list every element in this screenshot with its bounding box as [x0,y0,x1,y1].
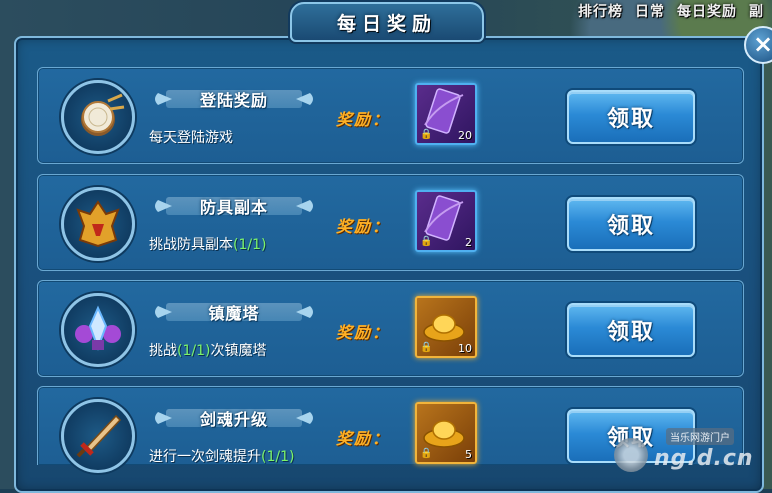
drum-icon [81,93,125,136]
claim-button[interactable]: 领取 [567,197,695,251]
plate-ornament-icon [296,200,313,212]
claim-button-label: 领取 [606,107,655,132]
task-row-armor-dungeon: 防具副本 挑战防具副本(1/1) 奖励： 🔒 2 领取 [37,174,744,271]
task-icon-frame [61,187,135,261]
claim-button[interactable]: 领取 [567,303,695,357]
nav-ranking[interactable]: 排行榜 [578,1,623,21]
plate-ornament-icon [155,412,172,424]
desc-progress: (1/1) [233,237,267,253]
task-row-login: 登陆奖励 每天登陆游戏 奖励： 🔒 20 领取 [37,67,744,164]
task-name: 镇魔塔 [208,304,260,323]
desc-text: 次镇魔塔 [210,343,267,359]
task-description: 挑战(1/1)次镇魔塔 [149,340,266,360]
task-row-demon-tower: 镇魔塔 挑战(1/1)次镇魔塔 奖励： 🔒 10 领取 [37,280,744,377]
plate-ornament-icon [296,306,313,318]
task-icon-frame [61,399,135,473]
reward-item-slot[interactable]: 🔒 5 [415,402,477,464]
task-description: 每天登陆游戏 [149,127,233,147]
task-name: 防具副本 [199,198,268,217]
reward-label: 奖励： [336,217,391,236]
task-description: 进行一次剑魂提升(1/1) [149,446,294,466]
title-banner: 每日奖励 [290,2,484,42]
site-watermark: 当乐网游门户 ng.d.cn [606,424,756,484]
claim-button[interactable]: 领取 [567,90,695,144]
reward-item-slot[interactable]: 🔒 10 [415,296,477,358]
task-name-plate: 剑魂升级 [150,406,318,430]
nav-dungeon[interactable]: 副 [749,1,764,21]
reward-label: 奖励： [336,429,391,448]
watermark-logo-icon [614,438,648,472]
lock-icon: 🔒 [420,236,433,247]
desc-text: 每天登陆游戏 [149,130,233,146]
task-description: 挑战防具副本(1/1) [149,234,266,254]
reward-count: 5 [465,448,472,461]
desc-text: 挑战防具副本 [149,237,233,253]
reward-count: 20 [458,129,472,142]
reward-item-slot[interactable]: 🔒 2 [415,190,477,252]
task-icon-frame [61,293,135,367]
task-name: 剑魂升级 [199,410,268,429]
sword-icon [76,414,122,458]
desc-progress: (1/1) [177,343,211,359]
nav-daily[interactable]: 日常 [635,1,665,21]
plate-ornament-icon [155,93,172,105]
reward-item-slot[interactable]: 🔒 20 [415,83,477,145]
reward-label: 奖励： [336,323,391,342]
reward-count: 10 [458,342,472,355]
plate-ornament-icon [296,93,313,105]
task-name-plate: 镇魔塔 [150,300,318,324]
desc-text: 挑战 [149,343,177,359]
claim-button-label: 领取 [606,320,655,345]
reward-label: 奖励： [336,110,391,129]
nav-daily-reward[interactable]: 每日奖励 [677,1,737,21]
close-icon: × [752,30,772,58]
crystal-tower-icon [75,305,121,351]
desc-text: 进行一次剑魂提升 [149,449,261,465]
top-nav: 排行榜 日常 每日奖励 副 [570,0,772,22]
task-name: 登陆奖励 [199,91,268,110]
lock-icon: 🔒 [420,448,433,459]
lock-icon: 🔒 [420,129,433,140]
desc-progress: (1/1) [261,449,295,465]
task-name-plate: 防具副本 [150,194,318,218]
lock-icon: 🔒 [420,342,433,353]
watermark-subtitle: 当乐网游门户 [666,428,734,445]
task-name-plate: 登陆奖励 [150,87,318,111]
plate-ornament-icon [155,306,172,318]
plate-ornament-icon [296,412,313,424]
claim-button-label: 领取 [606,214,655,239]
task-icon-frame [61,80,135,154]
helmet-icon [76,200,120,248]
window-title: 每日奖励 [336,12,437,35]
plate-ornament-icon [155,200,172,212]
reward-count: 2 [465,236,472,249]
watermark-text: ng.d.cn [654,446,754,471]
